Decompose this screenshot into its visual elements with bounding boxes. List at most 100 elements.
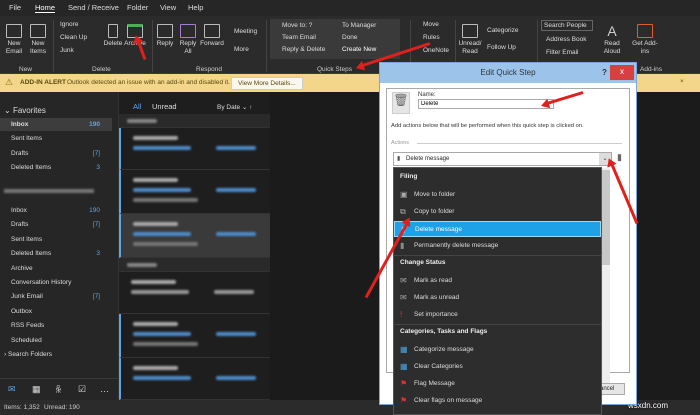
folder-item[interactable]: › Search Folders <box>0 348 112 361</box>
tab-folder[interactable]: Folder <box>127 3 148 12</box>
move-button[interactable]: Move <box>423 21 439 28</box>
reply-button[interactable]: Reply <box>155 24 175 48</box>
quick-step-to-manager[interactable]: To Manager <box>342 22 376 29</box>
close-button[interactable]: x <box>610 65 634 80</box>
tasks-icon[interactable]: ☑ <box>78 384 86 395</box>
onenote-button[interactable]: OneNote <box>423 47 449 54</box>
date-group-header[interactable] <box>119 114 271 128</box>
account-name-blurred[interactable] <box>4 189 94 193</box>
mail-icon[interactable]: ✉ <box>8 384 16 395</box>
dropdown-option[interactable]: ▮Delete message <box>394 221 601 237</box>
dropdown-option[interactable]: ▮ Permanently delete message <box>394 238 601 254</box>
tab-file[interactable]: File <box>9 3 21 12</box>
flag-icon: ⚑ <box>400 379 408 388</box>
label: Clear Categories <box>414 363 463 370</box>
folder-favorites-sent[interactable]: Sent Items <box>0 132 112 145</box>
dropdown-option[interactable]: ▦ Categorize message <box>394 342 601 358</box>
blurred-text <box>133 342 198 346</box>
folder-item[interactable]: Inbox 190 <box>0 204 112 217</box>
delete-button[interactable]: Delete <box>103 24 123 48</box>
folder-item[interactable]: RSS Feeds <box>0 319 112 332</box>
scrollbar[interactable] <box>601 168 610 393</box>
quick-step-reply-delete[interactable]: Reply & Delete <box>282 46 325 53</box>
meeting-button[interactable]: Meeting <box>234 28 257 35</box>
actions-label: Actions <box>391 140 410 146</box>
clean-up-button[interactable]: Clean Up <box>60 34 87 41</box>
folder-favorites-drafts[interactable]: Drafts [7] <box>0 147 112 160</box>
message-item[interactable] <box>119 314 271 358</box>
more-button[interactable]: More <box>234 46 249 53</box>
blurred-text <box>127 263 157 267</box>
reply-all-button[interactable]: Reply All <box>178 24 198 56</box>
rules-button[interactable]: Rules <box>423 34 440 41</box>
blurred-text <box>133 332 191 336</box>
view-more-details-button[interactable]: View More Details... <box>231 77 303 90</box>
quick-step-move-to[interactable]: Move to: ? <box>282 22 312 29</box>
dropdown-option[interactable]: ! Set importance <box>394 307 601 323</box>
junk-button[interactable]: Junk <box>60 47 74 54</box>
folder-favorites-inbox[interactable]: Inbox 190 <box>0 118 112 131</box>
alert-title: ADD-IN ALERT <box>20 79 66 86</box>
folder-item[interactable]: Archive <box>0 262 112 275</box>
section-header: Change Status <box>400 259 446 266</box>
folder-item[interactable]: Conversation History <box>0 276 112 289</box>
tab-view[interactable]: View <box>160 3 176 12</box>
tab-help[interactable]: Help <box>188 3 203 12</box>
quick-step-create-new[interactable]: Create New <box>342 46 376 53</box>
group-label: Delete <box>92 66 111 73</box>
quick-step-done[interactable]: Done <box>342 34 358 41</box>
name-input[interactable] <box>418 99 554 109</box>
warning-icon: ⚠ <box>5 77 14 87</box>
filter-email-button[interactable]: Filter Email <box>546 49 579 56</box>
filter-all[interactable]: All <box>133 102 141 111</box>
folder-item[interactable]: Sent Items <box>0 233 112 246</box>
more-icon[interactable]: … <box>100 384 109 394</box>
close-alert-icon[interactable]: × <box>680 78 684 85</box>
label: Clear flags on message <box>414 397 483 404</box>
message-item[interactable] <box>119 128 271 170</box>
date-group-header[interactable] <box>119 258 271 272</box>
dropdown-option[interactable]: ⚑ Clear flags on message <box>394 393 601 409</box>
people-icon[interactable]: ꆜ <box>55 384 62 396</box>
tab-send-receive[interactable]: Send / Receive <box>68 3 119 12</box>
help-button[interactable]: ? <box>602 63 607 83</box>
action-select[interactable]: ▮Delete message ⌄ <box>393 152 612 166</box>
scrollbar-thumb[interactable] <box>601 170 610 265</box>
new-email-button[interactable]: New Email <box>3 24 25 56</box>
new-items-button[interactable]: New Items <box>27 24 49 56</box>
get-addins-button[interactable]: Get Add-ins <box>632 24 658 56</box>
calendar-icon[interactable]: ▦ <box>32 384 41 395</box>
tab-home[interactable]: Home <box>35 3 56 13</box>
ignore-button[interactable]: Ignore <box>60 21 78 28</box>
message-item[interactable] <box>119 170 271 214</box>
favorites-header[interactable]: ⌄ Favorites <box>4 106 46 115</box>
dropdown-option[interactable]: ✉ Mark as read <box>394 273 601 289</box>
label: Sent Items <box>11 235 43 243</box>
dropdown-option[interactable]: ✉ Mark as unread <box>394 290 601 306</box>
search-people-input[interactable]: Search People <box>541 20 593 31</box>
delete-action-icon[interactable]: ▮ <box>617 152 622 163</box>
dropdown-option[interactable]: ⧉ Copy to folder <box>394 204 601 220</box>
read-aloud-button[interactable]: A Read Aloud <box>600 24 624 56</box>
folder-item[interactable]: Outbox <box>0 305 112 318</box>
dropdown-option[interactable]: ▣ Move to folder <box>394 187 601 203</box>
folder-item[interactable]: Junk Email [7] <box>0 290 112 303</box>
unread-read-button[interactable]: Unread/ Read <box>458 24 482 56</box>
message-item[interactable] <box>119 272 271 314</box>
follow-up-button[interactable]: Follow Up <box>487 44 516 51</box>
folder-favorites-deleted[interactable]: Deleted Items 3 <box>0 161 112 174</box>
message-item[interactable] <box>119 214 271 258</box>
dropdown-option[interactable]: ▦ Clear Categories <box>394 359 601 375</box>
folder-item[interactable]: Scheduled <box>0 334 112 347</box>
folder-item[interactable]: Drafts [7] <box>0 218 112 231</box>
quick-step-trash-icon[interactable]: 🗑 <box>392 92 410 114</box>
filter-unread[interactable]: Unread <box>152 102 177 111</box>
quick-step-team-email[interactable]: Team Email <box>282 34 316 41</box>
sort-by-date[interactable]: By Date ⌄ ↑ <box>217 103 252 111</box>
message-item[interactable] <box>119 358 271 400</box>
forward-button[interactable]: Forward <box>200 24 224 48</box>
folder-item[interactable]: Deleted Items 3 <box>0 247 112 260</box>
categorize-button[interactable]: Categorize <box>487 27 518 34</box>
dropdown-option[interactable]: ⚑ Flag Message <box>394 376 601 392</box>
address-book-button[interactable]: Address Book <box>546 36 586 43</box>
